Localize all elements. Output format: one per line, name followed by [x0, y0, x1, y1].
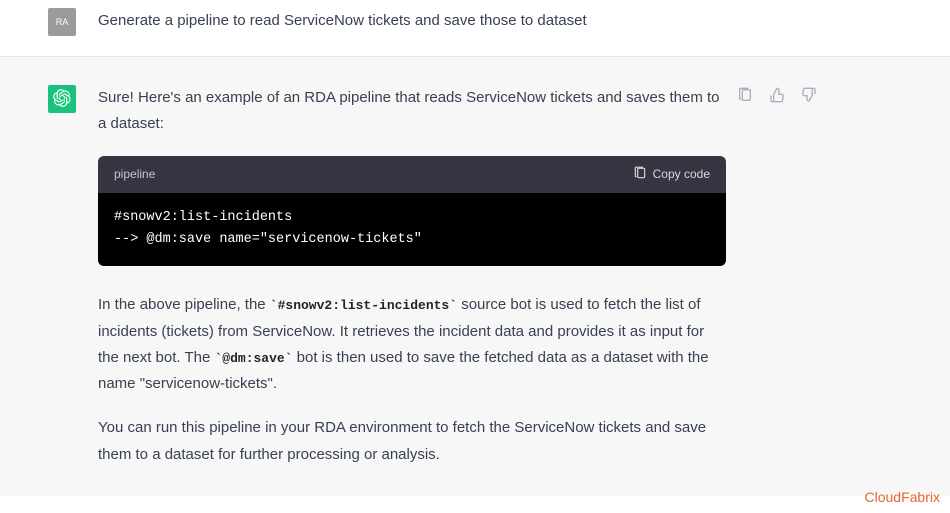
user-message-row: RA Generate a pipeline to read ServiceNo…	[0, 0, 950, 56]
code-block-header: pipeline Copy code	[98, 156, 726, 193]
code-block: pipeline Copy code #snowv2:list-incident…	[98, 156, 726, 267]
code-language-label: pipeline	[114, 164, 155, 185]
user-avatar-label: RA	[56, 17, 69, 27]
watermark-label: CloudFabrix	[865, 489, 940, 505]
message-action-icons	[734, 85, 820, 107]
assistant-message-row: Sure! Here's an example of an RDA pipeli…	[0, 56, 950, 496]
thumbs-down-button[interactable]	[798, 85, 820, 107]
assistant-avatar	[48, 85, 76, 113]
thumbs-up-icon	[769, 87, 785, 106]
assistant-message-content: Sure! Here's an example of an RDA pipeli…	[98, 85, 726, 468]
thumbs-up-button[interactable]	[766, 85, 788, 107]
clipboard-icon	[633, 166, 647, 183]
assistant-intro-text: Sure! Here's an example of an RDA pipeli…	[98, 85, 726, 138]
clipboard-icon	[737, 87, 753, 106]
text-fragment: In the above pipeline, the	[98, 296, 270, 313]
assistant-explanation-p2: You can run this pipeline in your RDA en…	[98, 415, 726, 468]
code-content: #snowv2:list-incidents --> @dm:save name…	[98, 193, 726, 267]
user-message-content: Generate a pipeline to read ServiceNow t…	[98, 8, 726, 36]
copy-message-button[interactable]	[734, 85, 756, 107]
user-avatar: RA	[48, 8, 76, 36]
openai-icon	[53, 89, 71, 109]
copy-code-button[interactable]: Copy code	[633, 166, 710, 183]
assistant-explanation-p1: In the above pipeline, the `#snowv2:list…	[98, 292, 726, 397]
inline-code-source-bot: `#snowv2:list-incidents`	[270, 298, 457, 313]
copy-code-label: Copy code	[653, 167, 710, 181]
thumbs-down-icon	[801, 87, 817, 106]
inline-code-save-bot: `@dm:save`	[214, 351, 292, 366]
user-message-text: Generate a pipeline to read ServiceNow t…	[98, 12, 587, 29]
